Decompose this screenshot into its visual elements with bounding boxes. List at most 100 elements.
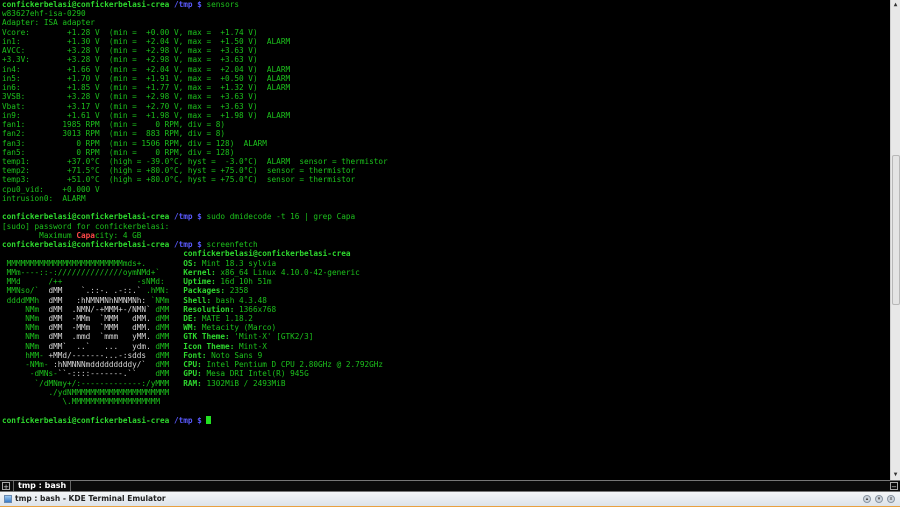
mint-logo-ascii-art: NMm dMM` ..` ... ydm. dMM: [2, 342, 183, 351]
scrollbar-thumb[interactable]: [892, 155, 900, 305]
mint-logo-ascii-art: NMm dMM .mmd `mmm yMM. dMM: [2, 332, 183, 341]
terminal-line: Adapter: ISA adapter: [2, 18, 388, 27]
terminal-text: x86_64 Linux 4.10.0-42-generic: [215, 267, 360, 277]
mint-logo-ascii-art: -dMNs-``-::::-------.`` dMM: [2, 369, 183, 378]
terminal-text: 1366x768: [234, 304, 277, 314]
terminal-line: ddddMMh dMM :hNMNMNhNMNMNh: `NMm Shell: b…: [2, 296, 388, 305]
mint-logo-ascii-art: ./ydNMMMMMMMMMMMMMMMMMMMMM: [2, 388, 183, 397]
terminal-text: sudo dmidecode -t 16 | grep Capa: [201, 212, 356, 222]
vertical-scrollbar[interactable]: ▲ ▼: [890, 0, 900, 480]
terminal-text: fan1: 1985 RPM (min = 0 RPM, div = 8): [2, 120, 226, 130]
terminal-text: 2358: [225, 286, 249, 296]
terminal-text: fan2: 3013 RPM (min = 883 RPM, div = 8): [2, 129, 226, 139]
prompt-or-key-text: confickerbelasi@confickerbelasi-crea: [2, 240, 170, 250]
terminal-text: fan3: 0 RPM (min = 1506 RPM, div = 128) …: [2, 138, 267, 148]
system-info-entry: GTK Theme: 'Mint-X' [GTK2/3]: [183, 332, 313, 341]
window-titlebar[interactable]: tmp : bash - KDE Terminal Emulator ▴ ▾ x: [0, 492, 900, 507]
terminal-line: confickerbelasi@confickerbelasi-crea: [2, 249, 388, 258]
terminal-line: MMMMMMMMMMMMMMMMMMMMMMMMMmds+. OS: Mint 1…: [2, 259, 388, 268]
terminal-text: [sudo] password for confickerbelasi:: [2, 221, 170, 231]
terminal-output: confickerbelasi@confickerbelasi-crea /tm…: [2, 0, 388, 425]
terminal-text: MMMMMMMMMMMMMMMMMMMMMMMMMmds+.: [2, 258, 147, 268]
terminal-line: in5: +1.70 V (min = +1.91 V, max = +0.50…: [2, 74, 388, 83]
terminal-text: MMm----::-://////////////oymNMd+`: [2, 267, 161, 277]
terminal-line: NMm dMM -MMm `MMM dMM. dMM WM: Metacity (…: [2, 323, 388, 332]
terminal-text: 16d 10h 51m: [215, 277, 272, 287]
prompt-or-key-text: confickerbelasi@confickerbelasi-crea: [2, 415, 170, 425]
prompt-or-key-text: GTK Theme:: [183, 332, 230, 342]
terminal-text: in9: +1.61 V (min = +1.98 V, max = +1.98…: [2, 110, 291, 120]
scroll-up-arrow-icon[interactable]: ▲: [891, 1, 900, 9]
prompt-or-key-text: confickerbelasi@confickerbelasi-crea: [2, 0, 170, 9]
terminal-line: in6: +1.85 V (min = +1.77 V, max = +1.32…: [2, 83, 388, 92]
system-info-entry: Packages: 2358: [183, 286, 248, 295]
terminal-line: in1: +1.30 V (min = +2.04 V, max = +1.50…: [2, 37, 388, 46]
terminal-text: in5: +1.70 V (min = +1.91 V, max = +0.50…: [2, 73, 291, 83]
terminal-text: temp1: +37.0°C (high = -39.0°C, hyst = -…: [2, 156, 388, 166]
system-info-entry: CPU: Intel Pentium D CPU 2.80GHz @ 2.792…: [183, 360, 383, 369]
terminal-text: dMM: [136, 369, 170, 379]
terminal-line: Vbat: +3.17 V (min = +2.70 V, max = +3.6…: [2, 102, 388, 111]
mint-logo-ascii-art: NMm dMM -MMm `MMM dMM. dMM: [2, 314, 183, 323]
system-info-entry: Font: Noto Sans 9: [183, 351, 262, 360]
maximize-button[interactable]: ▴: [863, 495, 871, 503]
terminal-line: NMm dMM .mmd `mmm yMM. dMM GTK Theme: 'Mi…: [2, 332, 388, 341]
close-button[interactable]: x: [887, 495, 895, 503]
terminal-line: MMNso/` dMM `.::-. .-::.` .hMN: Packages:…: [2, 286, 388, 295]
prompt-path: /tmp $: [169, 0, 202, 9]
prompt-path: /tmp $: [169, 212, 202, 222]
mint-logo-ascii-art: NMm dMM .NMN/-+MMM+-/NMN` dMM: [2, 305, 183, 314]
terminal-text: temp3: +51.0°C (high = +80.0°C, hyst = +…: [2, 175, 356, 185]
terminal-line: Vcore: +1.28 V (min = +0.00 V, max = +1.…: [2, 28, 388, 37]
terminal-line: in4: +1.66 V (min = +2.04 V, max = +2.04…: [2, 65, 388, 74]
tab-bar: + tmp : bash −: [0, 480, 900, 492]
new-tab-button[interactable]: +: [2, 482, 10, 491]
terminal-text: MATE 1.18.2: [197, 313, 253, 323]
terminal-line: NMm dMM -MMm `MMM dMM. dMM DE: MATE 1.18.…: [2, 314, 388, 323]
terminal-line: fan2: 3013 RPM (min = 883 RPM, div = 8): [2, 129, 388, 138]
terminal-app-icon: [4, 495, 12, 503]
terminal-text: AVCC: +3.28 V (min = +2.98 V, max = +3.6…: [2, 46, 258, 56]
terminal-text: Intel Pentium D CPU 2.80GHz @ 2.792GHz: [201, 360, 384, 370]
mint-logo-ascii-art: MMd /++ -sNMd:: [2, 277, 183, 286]
terminal-line: confickerbelasi@confickerbelasi-crea /tm…: [2, 240, 388, 249]
terminal-text: screenfetch: [201, 240, 258, 250]
terminal-text: NMm: [2, 323, 49, 333]
minimize-button[interactable]: ▾: [875, 495, 883, 503]
terminal-area[interactable]: confickerbelasi@confickerbelasi-crea /tm…: [0, 0, 889, 480]
terminal-text: in1: +1.30 V (min = +2.04 V, max = +1.50…: [2, 36, 291, 46]
terminal-text: `/dMNmy+/:-------------:/yMMM: [2, 378, 170, 388]
terminal-text: dMM `.::-. .-::.`: [48, 286, 142, 296]
terminal-text: ``-::::-------.``: [57, 369, 137, 379]
terminal-text: dMM: [146, 360, 170, 370]
tab-tmp-bash[interactable]: tmp : bash: [13, 481, 72, 491]
terminal-text: ./ydNMMMMMMMMMMMMMMMMMMMMM: [2, 387, 170, 397]
close-tab-button[interactable]: −: [890, 482, 898, 491]
terminal-text: dMM: [150, 304, 170, 314]
terminal-line: temp1: +37.0°C (high = -39.0°C, hyst = -…: [2, 157, 388, 166]
terminal-line: -NMm- :hNMNNNmdddddddddy/` dMM CPU: Intel…: [2, 360, 388, 369]
terminal-text: NMm: [2, 313, 49, 323]
terminal-text: temp2: +71.5°C (high = +80.0°C, hyst = +…: [2, 166, 356, 176]
system-info-entry: Shell: bash 4.3.48: [183, 296, 267, 305]
terminal-text: :hNMNNNmdddddddddy/`: [53, 360, 147, 370]
terminal-line: fan5: 0 RPM (min = 0 RPM, div = 128): [2, 148, 388, 157]
prompt-path: /tmp $: [169, 240, 202, 250]
mint-logo-ascii-art: `/dMNmy+/:-------------:/yMMM: [2, 379, 183, 388]
prompt-or-key-text: Shell:: [183, 295, 212, 305]
window-title: tmp : bash - KDE Terminal Emulator: [15, 494, 166, 503]
terminal-text: w83627ehf-isa-0290: [2, 9, 86, 19]
mint-logo-ascii-art: MMNso/` dMM `.::-. .-::.` .hMN:: [2, 286, 183, 295]
terminal-text: sensors: [201, 0, 240, 9]
terminal-text: Adapter: ISA adapter: [2, 18, 95, 28]
prompt-or-key-text: RAM:: [183, 378, 202, 388]
terminal-text: MMd /++ -sNMd:: [2, 277, 165, 287]
scroll-down-arrow-icon[interactable]: ▼: [891, 471, 900, 479]
terminal-text: dMM: [150, 323, 170, 333]
system-info-entry: DE: MATE 1.18.2: [183, 314, 253, 323]
terminal-text: dMM: [146, 350, 170, 360]
terminal-text: `NMm: [146, 295, 170, 305]
terminal-text: Metacity (Marco): [197, 323, 277, 333]
mint-logo-ascii-art: \.MMMMMMMMMMMMMMMMMMM: [2, 397, 183, 406]
